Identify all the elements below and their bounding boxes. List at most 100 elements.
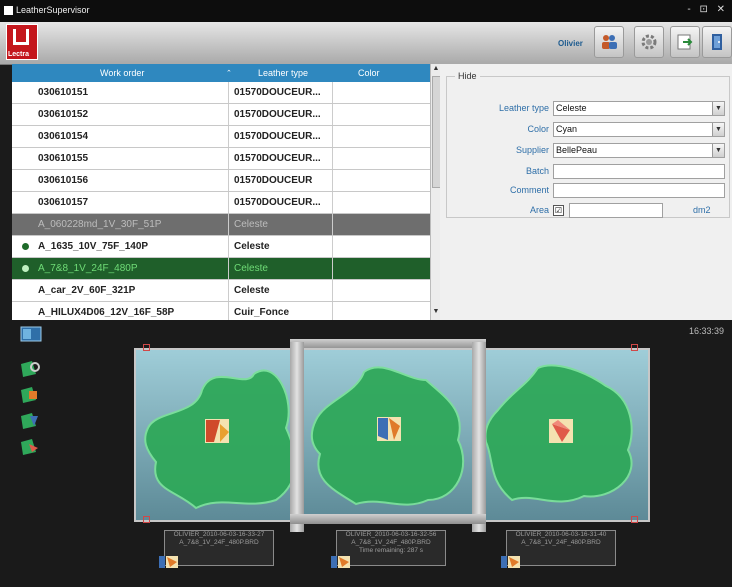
status-line: A_7&8_1V_24F_480P.BRD: [351, 539, 431, 546]
export-button[interactable]: [670, 26, 700, 58]
leather-type-cell: Celeste: [234, 241, 270, 252]
monitor-button[interactable]: [20, 326, 42, 344]
table-row[interactable]: A_car_2V_60F_321P Celeste: [12, 280, 430, 302]
users-button[interactable]: [594, 26, 624, 58]
leather-type-cell: Celeste: [234, 219, 268, 230]
column-work-order[interactable]: Work order: [100, 68, 144, 78]
status-line: A_7&8_1V_24F_480P.BRD: [179, 539, 259, 546]
table-row[interactable]: 030610151 01570DOUCEUR...: [12, 82, 430, 104]
corner-marker: [631, 516, 638, 523]
column-color[interactable]: Color: [358, 68, 380, 78]
clock: 16:33:39: [688, 326, 724, 336]
corner-marker: [143, 516, 150, 523]
column-divider: [228, 236, 229, 257]
current-user: Olivier: [558, 39, 583, 48]
supplier-select[interactable]: BellePeau ▼: [553, 143, 725, 158]
work-order-cell: A_7&8_1V_24F_480P: [38, 263, 138, 274]
table-status-box[interactable]: OLIVIER_2010-06-03-16-33-27 A_7&8_1V_24F_…: [164, 530, 274, 566]
table-status-box[interactable]: OLIVIER_2010-06-03-16-31-40 A_7&8_1V_24F_…: [506, 530, 616, 566]
leather-type-cell: 01570DOUCEUR: [234, 175, 313, 186]
chevron-down-icon[interactable]: ▼: [712, 123, 724, 136]
column-divider: [228, 126, 229, 147]
table-row[interactable]: 030610154 01570DOUCEUR...: [12, 126, 430, 148]
column-divider: [228, 280, 229, 301]
status-line: OLIVIER_2010-06-03-16-33-27: [173, 531, 265, 538]
column-divider: [332, 82, 333, 103]
comment-field[interactable]: [553, 183, 725, 198]
area-field[interactable]: [569, 203, 663, 218]
piece-view-button-3[interactable]: [20, 438, 42, 456]
scroll-down-icon[interactable]: ▼: [432, 308, 440, 317]
work-order-grid: Work order ⌃ Leather type Color 03061015…: [12, 64, 440, 320]
column-divider: [228, 82, 229, 103]
table-row[interactable]: A_7&8_1V_24F_480P Celeste: [12, 258, 430, 280]
cutting-viewer: 16:33:39 OLIVIER_2010-06-03-16-33-27 A_7&…: [0, 320, 732, 587]
column-divider: [228, 192, 229, 213]
logo-mark-icon: [13, 29, 29, 45]
area-checkbox[interactable]: ☑: [553, 205, 564, 216]
magnifier-icon: [21, 361, 40, 377]
leather-piece-icon: [21, 413, 38, 429]
gantry-bottom: [290, 514, 486, 524]
table-row[interactable]: A_HILUX4D06_12V_16F_58P Cuir_Fonce: [12, 302, 430, 320]
exit-button[interactable]: [702, 26, 732, 58]
grid-scrollbar[interactable]: ▲ ▼: [430, 64, 440, 320]
table-row[interactable]: 030610152 01570DOUCEUR...: [12, 104, 430, 126]
corner-marker: [631, 344, 638, 351]
table-row[interactable]: 030610157 01570DOUCEUR...: [12, 192, 430, 214]
window-controls[interactable]: - ⊡ ✕: [687, 4, 728, 15]
zoom-button[interactable]: [20, 360, 42, 378]
sort-arrow-icon: ⌃: [226, 70, 232, 77]
cutter-tag-icon: [501, 556, 520, 568]
table-status-box[interactable]: OLIVIER_2010-06-03-16-32-56 A_7&8_1V_24F_…: [336, 530, 446, 566]
piece-view-button-2[interactable]: [20, 412, 42, 430]
column-divider: [332, 258, 333, 279]
batch-field[interactable]: [553, 164, 725, 179]
column-divider: [332, 236, 333, 257]
status-line: A_7&8_1V_24F_480P.BRD: [521, 539, 601, 546]
column-divider: [228, 302, 229, 320]
column-leather-type[interactable]: Leather type: [258, 68, 308, 78]
piece-view-button-1[interactable]: [20, 386, 42, 404]
app-icon: [4, 6, 13, 15]
status-dot-icon: [22, 265, 29, 272]
status-line: OLIVIER_2010-06-03-16-32-56: [345, 531, 437, 538]
window-titlebar: LeatherSupervisor - ⊡ ✕: [0, 0, 732, 22]
table-row[interactable]: A_1635_10V_75F_140P Celeste: [12, 236, 430, 258]
color-label: Color: [527, 124, 549, 134]
details-panel: Hide Leather type Celeste ▼ Color Cyan ▼ S…: [440, 64, 732, 320]
status-dot-icon: [22, 243, 29, 250]
work-order-cell: 030610157: [38, 197, 89, 208]
color-select[interactable]: Cyan ▼: [553, 122, 725, 137]
work-order-cell: A_1635_10V_75F_140P: [38, 241, 149, 252]
work-order-cell: A_HILUX4D06_12V_16F_58P: [38, 307, 175, 318]
cutter-tag-icon: [331, 556, 350, 568]
batch-label: Batch: [525, 166, 549, 176]
users-icon: [602, 35, 617, 49]
table-row[interactable]: 030610156 01570DOUCEUR: [12, 170, 430, 192]
settings-button[interactable]: [634, 26, 664, 58]
hide-toggle[interactable]: Hide: [455, 71, 480, 81]
column-divider: [332, 104, 333, 125]
scroll-thumb[interactable]: [432, 76, 440, 188]
area-label: Area: [529, 205, 549, 215]
chevron-down-icon[interactable]: ▼: [712, 144, 724, 157]
area-unit: dm2: [693, 205, 711, 215]
leather-type-select[interactable]: Celeste ▼: [553, 101, 725, 116]
exit-door-icon: [712, 34, 722, 50]
leather-type-label: Leather type: [498, 103, 549, 113]
table-row[interactable]: 030610155 01570DOUCEUR...: [12, 148, 430, 170]
piece-cluster-icon: [549, 419, 573, 443]
chevron-down-icon[interactable]: ▼: [712, 102, 724, 115]
table-row[interactable]: A_060228md_1V_30F_51P Celeste: [12, 214, 430, 236]
leather-type-cell: 01570DOUCEUR...: [234, 131, 321, 142]
leather-piece-icon: [21, 439, 38, 455]
column-divider: [332, 214, 333, 235]
scroll-up-icon[interactable]: ▲: [432, 65, 440, 74]
work-order-cell: 030610155: [38, 153, 89, 164]
export-icon: [677, 34, 693, 50]
main-toolbar: Lectra Olivier: [0, 22, 732, 65]
work-order-cell: A_car_2V_60F_321P: [38, 285, 136, 296]
supplier-label: Supplier: [515, 145, 549, 155]
leather-type-cell: 01570DOUCEUR...: [234, 87, 321, 98]
